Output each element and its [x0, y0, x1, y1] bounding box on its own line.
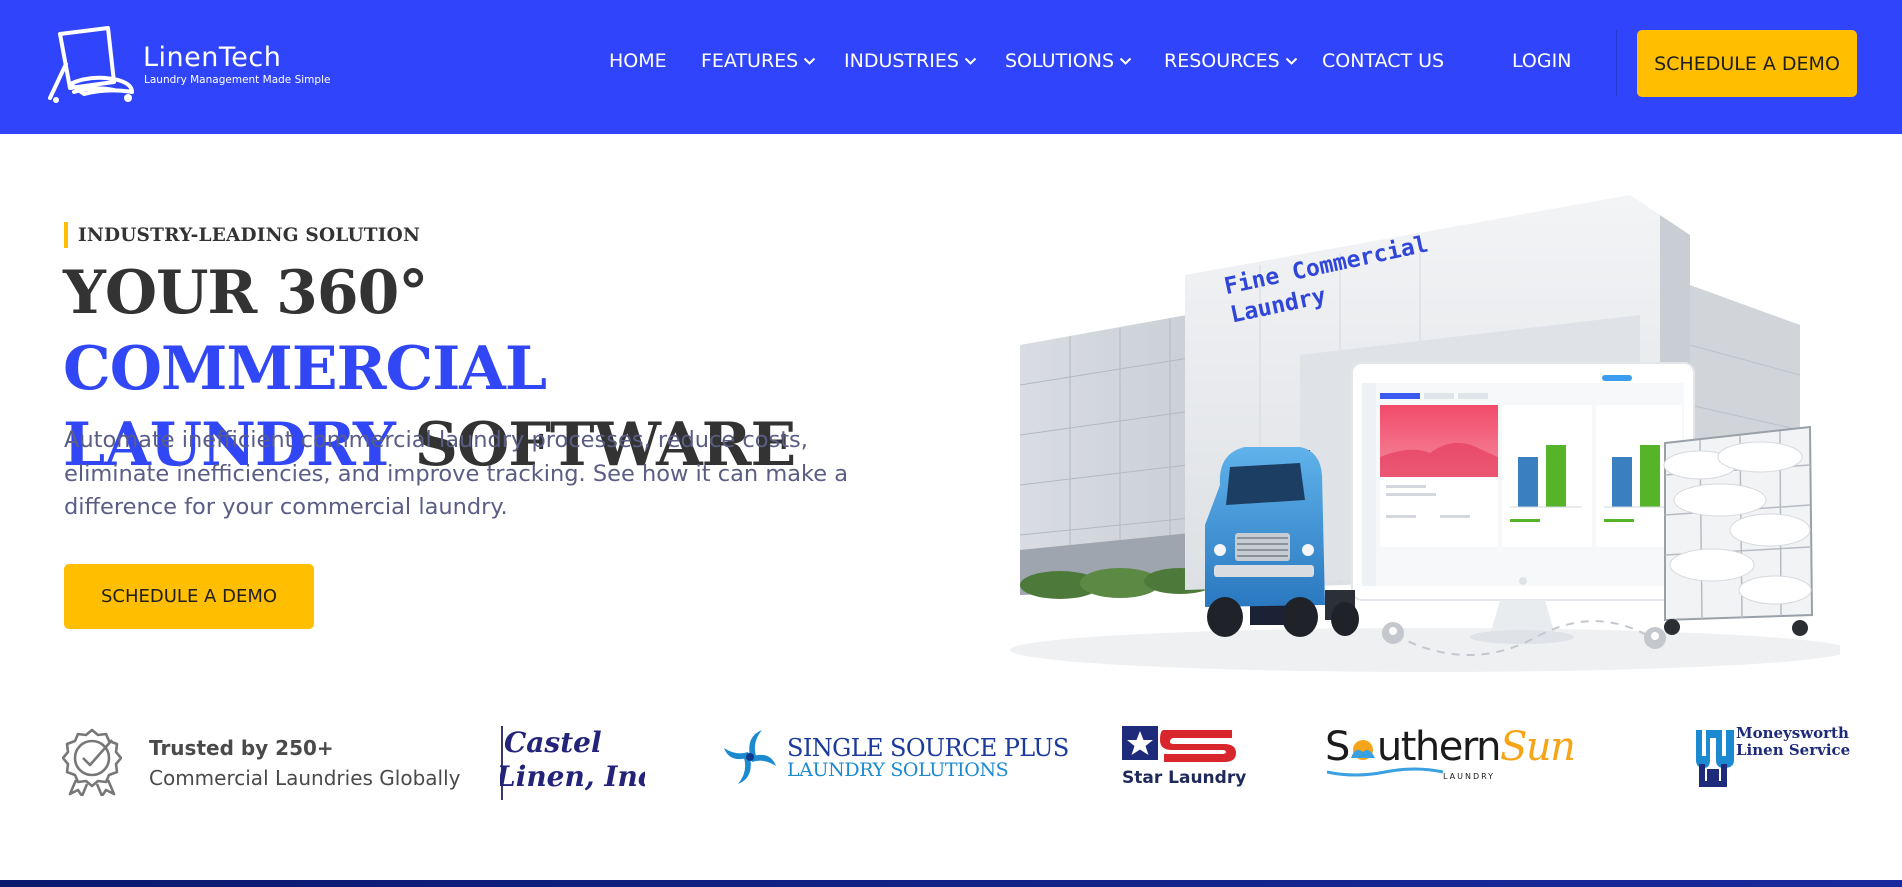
- client-logo-star-laundry: Star Laundry: [1120, 724, 1247, 790]
- site-header: LinenTech Laundry Management Made Simple…: [0, 0, 1902, 134]
- chevron-down-icon: [1285, 57, 1297, 65]
- hero-illustration: Fine Commercial Laundry: [1010, 195, 1840, 672]
- dashboard-monitor: [1351, 362, 1695, 644]
- nav-features[interactable]: FEATURES: [701, 50, 816, 72]
- eyebrow-text: INDUSTRY-LEADING SOLUTION: [78, 224, 421, 246]
- nav-resources[interactable]: RESOURCES: [1164, 50, 1298, 72]
- trust-subtext: Commercial Laundries Globally: [149, 766, 461, 790]
- nav-contact-us-label: CONTACT US: [1322, 50, 1445, 72]
- nav-home[interactable]: HOME: [609, 50, 667, 72]
- southern-sun-word: Sun: [1499, 724, 1576, 770]
- headline-part-2: COMMERCIAL: [63, 334, 547, 404]
- chevron-down-icon: [1119, 57, 1132, 65]
- ssp-line-2: LAUNDRY SOLUTIONS: [787, 759, 1009, 781]
- hero-lead-text: Automate inefficient commercial laundry …: [64, 427, 849, 520]
- nav-divider: [1616, 30, 1617, 96]
- nav-resources-label: RESOURCES: [1164, 50, 1280, 72]
- moneysworth-line-1: Moneysworth: [1736, 724, 1849, 742]
- client-logo-castel-linen: Castel Linen, Inc.: [500, 722, 645, 800]
- laundry-cart: [1663, 425, 1814, 636]
- client-logo-moneysworth: Moneysworth Linen Service: [1692, 724, 1850, 790]
- chevron-down-icon: [804, 57, 816, 65]
- laundry-cart-logo-icon: [48, 26, 134, 103]
- nav-solutions-label: SOLUTIONS: [1005, 50, 1114, 72]
- client-logo-single-source-plus: SINGLE SOURCE PLUS LAUNDRY SOLUTIONS: [722, 726, 1069, 788]
- headline-part-1: YOUR 360°: [63, 258, 428, 328]
- southern-s: S: [1325, 724, 1350, 770]
- southern-uthern: uthern: [1376, 724, 1502, 770]
- moneysworth-line-2: Linen Service: [1736, 741, 1851, 759]
- next-section-edge: [0, 880, 1902, 887]
- mw-monogram-icon: [1696, 730, 1734, 787]
- eyebrow-accent-bar: [64, 222, 68, 248]
- nav-contact-us[interactable]: CONTACT US: [1322, 50, 1444, 72]
- castel-line-2: Linen, Inc.: [500, 760, 645, 793]
- client-logo-southern-sun: SuthernSun LAUNDRY: [1325, 724, 1600, 790]
- trust-headline: Trusted by 250+: [149, 736, 334, 760]
- nav-industries[interactable]: INDUSTRIES: [844, 50, 977, 72]
- ssp-line-1: SINGLE SOURCE PLUS: [787, 734, 1069, 762]
- hero-eyebrow: INDUSTRY-LEADING SOLUTION: [64, 222, 420, 248]
- nav-home-label: HOME: [609, 50, 667, 72]
- logo-tagline: Laundry Management Made Simple: [144, 74, 331, 86]
- logo[interactable]: LinenTech Laundry Management Made Simple: [48, 24, 348, 104]
- schedule-demo-button-hero[interactable]: SCHEDULE A DEMO: [64, 564, 314, 629]
- sun-cloud-icon: [1349, 724, 1377, 760]
- nav-features-label: FEATURES: [701, 50, 799, 72]
- nav-solutions[interactable]: SOLUTIONS: [1005, 50, 1132, 72]
- star-laundry-name: Star Laundry: [1122, 768, 1247, 788]
- login-label: LOGIN: [1512, 50, 1572, 72]
- castel-line-1: Castel: [504, 726, 602, 759]
- wave-icon: [1326, 767, 1444, 777]
- nav-industries-label: INDUSTRIES: [844, 50, 959, 72]
- award-check-badge-icon: [62, 728, 122, 796]
- logo-name: LinenTech: [143, 42, 282, 73]
- star-laundry-mark-icon: [1122, 726, 1236, 762]
- pinwheel-icon: [724, 730, 776, 784]
- schedule-demo-button-header[interactable]: SCHEDULE A DEMO: [1637, 30, 1857, 97]
- chevron-down-icon: [964, 57, 977, 65]
- login-link[interactable]: LOGIN: [1512, 50, 1571, 72]
